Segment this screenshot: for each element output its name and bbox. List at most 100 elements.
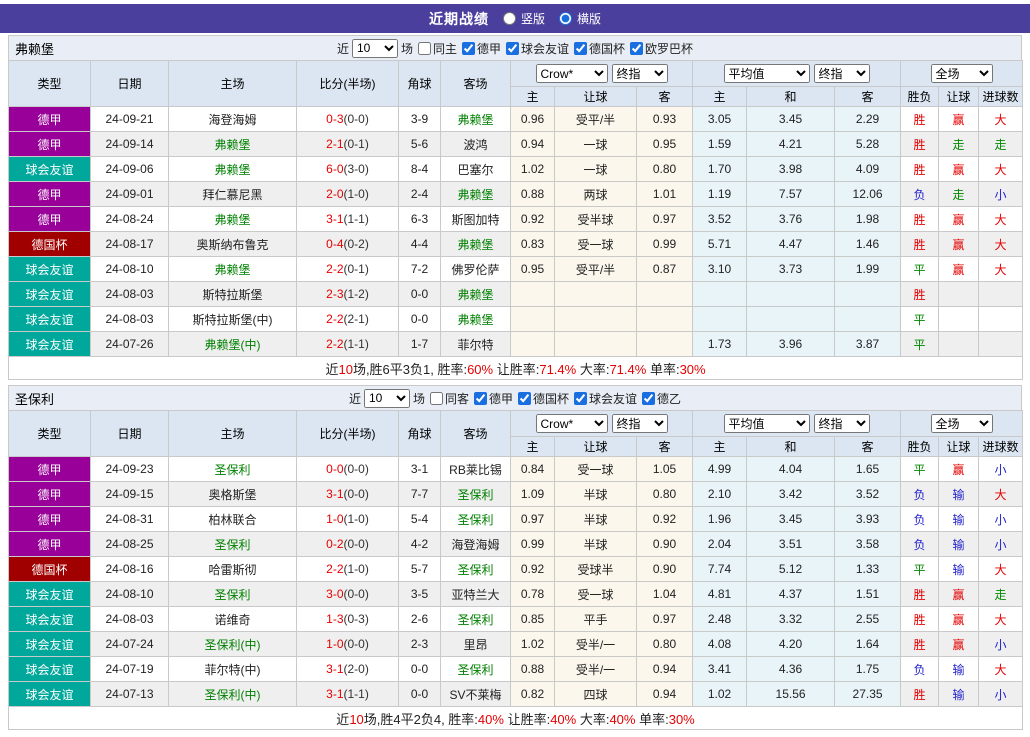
same-venue-checkbox[interactable] (417, 41, 431, 55)
home-team-cell[interactable]: 弗赖堡 (168, 156, 297, 182)
avg-source-select[interactable]: 平均值 (723, 64, 810, 83)
away-team-cell[interactable]: 弗赖堡 (440, 281, 511, 307)
league-filter-option[interactable]: 德甲 (460, 40, 501, 57)
away-team-cell[interactable]: 圣保利 (440, 656, 511, 682)
layout-option-horizontal[interactable]: 横版 (557, 10, 601, 27)
home-team-cell[interactable]: 圣保利 (168, 456, 297, 482)
away-team-cell[interactable]: 弗赖堡 (440, 106, 511, 132)
scope-select[interactable]: 全场 (930, 414, 993, 433)
results-table: 类型 日期 主场 比分(半场) 角球 客场 Crow* 终指 平均值 终指 全场主让球客主和客胜负让… (7, 410, 1024, 730)
league-filter-option[interactable]: 德国杯 (516, 390, 569, 407)
away-team-cell[interactable]: 弗赖堡 (440, 181, 511, 207)
result-outcome-cell: 胜 (900, 281, 940, 307)
same-venue-option[interactable]: 同客 (428, 390, 469, 407)
layout-option-vertical[interactable]: 竖版 (501, 10, 545, 27)
league-filter-checkbox[interactable] (642, 391, 656, 405)
stage-select[interactable]: 终指 (813, 64, 870, 83)
avg-draw-odds-cell: 4.47 (746, 231, 836, 257)
league-filter-checkbox[interactable] (518, 391, 531, 405)
league-filter-option[interactable]: 德甲 (472, 390, 513, 407)
stage-select[interactable]: 终指 (611, 64, 668, 83)
avg-source-select[interactable]: 平均值 (723, 414, 810, 433)
full-time-score: 0-2 (326, 537, 344, 551)
league-filter-label: 球会友谊 (589, 391, 638, 406)
stage-select[interactable]: 终指 (813, 414, 870, 433)
corner-cell: 2-3 (398, 631, 441, 657)
corner-cell: 8-4 (398, 156, 441, 182)
home-team-cell[interactable]: 圣保利(中) (168, 681, 297, 707)
home-team-cell[interactable]: 弗赖堡(中) (168, 331, 297, 357)
away-team-cell[interactable]: 圣保利 (440, 481, 511, 507)
away-team-cell[interactable]: 圣保利 (440, 556, 511, 582)
avg-home-odds-cell (692, 306, 748, 332)
league-filter-option[interactable]: 球会友谊 (572, 390, 637, 407)
league-filter-checkbox[interactable] (574, 391, 588, 405)
crow-home-odds-cell (510, 306, 555, 332)
league-filter-checkbox[interactable] (473, 391, 487, 405)
date-cell: 24-09-15 (90, 481, 169, 507)
company-select[interactable]: Crow* (535, 414, 608, 433)
home-team-cell[interactable]: 圣保利 (168, 531, 297, 557)
half-time-score: (0-1) (343, 137, 369, 151)
league-filter-option[interactable]: 球会友谊 (504, 40, 569, 57)
same-venue-option[interactable]: 同主 (416, 40, 457, 57)
vertical-radio[interactable] (502, 12, 516, 25)
league-filter-label: 德国杯 (589, 41, 626, 56)
avg-away-odds-cell: 1.99 (834, 256, 902, 282)
corner-cell: 3-5 (398, 581, 441, 607)
stage-select[interactable]: 终指 (611, 414, 668, 433)
team-block: 弗赖堡近 10 场同主 德甲 球会友谊 德国杯 欧罗巴杯 类型 日期 主场 比分(半场) 角球 客场 Cr… (7, 35, 1024, 380)
half-time-score: (0-2) (343, 237, 369, 251)
league-filter-checkbox[interactable] (461, 41, 475, 55)
away-team-cell[interactable]: 弗赖堡 (440, 231, 511, 257)
away-team-cell: 里昂 (440, 631, 511, 657)
league-filter-checkbox[interactable] (630, 41, 644, 55)
league-filter-checkbox[interactable] (506, 41, 519, 55)
scope-select[interactable]: 全场 (930, 64, 993, 83)
away-team-cell[interactable]: 弗赖堡 (440, 306, 511, 332)
avg-draw-odds-cell: 4.21 (746, 131, 836, 157)
match-count-select[interactable]: 10 (351, 38, 398, 58)
avg-away-odds-cell: 12.06 (834, 181, 902, 207)
sub-column-header: 和 (746, 86, 836, 107)
home-team-cell[interactable]: 圣保利 (168, 581, 297, 607)
avg-home-odds-cell: 1.70 (692, 156, 748, 182)
league-filter-option[interactable]: 德国杯 (572, 40, 625, 57)
date-cell: 24-08-25 (90, 531, 169, 557)
sub-column-header: 客 (635, 86, 694, 107)
league-filter-checkbox[interactable] (574, 41, 588, 55)
full-time-score: 0-3 (326, 112, 344, 126)
home-team-cell[interactable]: 弗赖堡 (168, 206, 297, 232)
avg-away-odds-cell: 1.46 (834, 231, 902, 257)
away-team-cell[interactable]: 圣保利 (440, 506, 511, 532)
match-count-select[interactable]: 10 (363, 388, 410, 408)
avg-home-odds-cell: 3.10 (692, 256, 748, 282)
horizontal-radio[interactable] (559, 12, 572, 25)
away-team-cell[interactable]: 圣保利 (440, 606, 511, 632)
date-cell: 24-09-06 (90, 156, 169, 182)
table-row: 德国杯 24-08-16 哈雷斯彻 2-2(1-0) 5-7 圣保利 0.92 受球半 0.90… (8, 556, 1024, 582)
result-handicap-cell: 输 (938, 556, 980, 582)
home-team-cell[interactable]: 弗赖堡 (168, 256, 297, 282)
date-cell: 24-09-21 (90, 106, 169, 132)
score-cell: 1-3(0-3) (296, 606, 399, 632)
result-goals-cell: 小 (978, 181, 1024, 207)
avg-away-odds-cell: 2.29 (834, 106, 902, 132)
league-filter-option[interactable]: 德乙 (640, 390, 681, 407)
company-select[interactable]: Crow* (535, 64, 608, 83)
home-team-cell[interactable]: 圣保利(中) (168, 631, 297, 657)
score-cell: 1-0(0-0) (296, 631, 399, 657)
result-outcome-cell: 平 (900, 331, 940, 357)
league-filter-option[interactable]: 欧罗巴杯 (628, 40, 693, 57)
half-time-score: (1-1) (343, 687, 369, 701)
sub-column-header: 让球 (554, 86, 637, 107)
same-venue-checkbox[interactable] (429, 391, 443, 405)
league-type-cell: 德甲 (8, 506, 91, 532)
crow-handicap-cell: 受球半 (554, 556, 637, 582)
column-header: 日期 (90, 410, 169, 457)
full-time-score: 3-1 (326, 212, 344, 226)
full-time-score: 2-1 (326, 137, 344, 151)
home-team-cell[interactable]: 弗赖堡 (168, 131, 297, 157)
crow-handicap-cell (554, 331, 637, 357)
filter-bar: 圣保利 近 10 场 同客 德甲 德国杯 球会友谊 德乙 (8, 385, 1022, 410)
